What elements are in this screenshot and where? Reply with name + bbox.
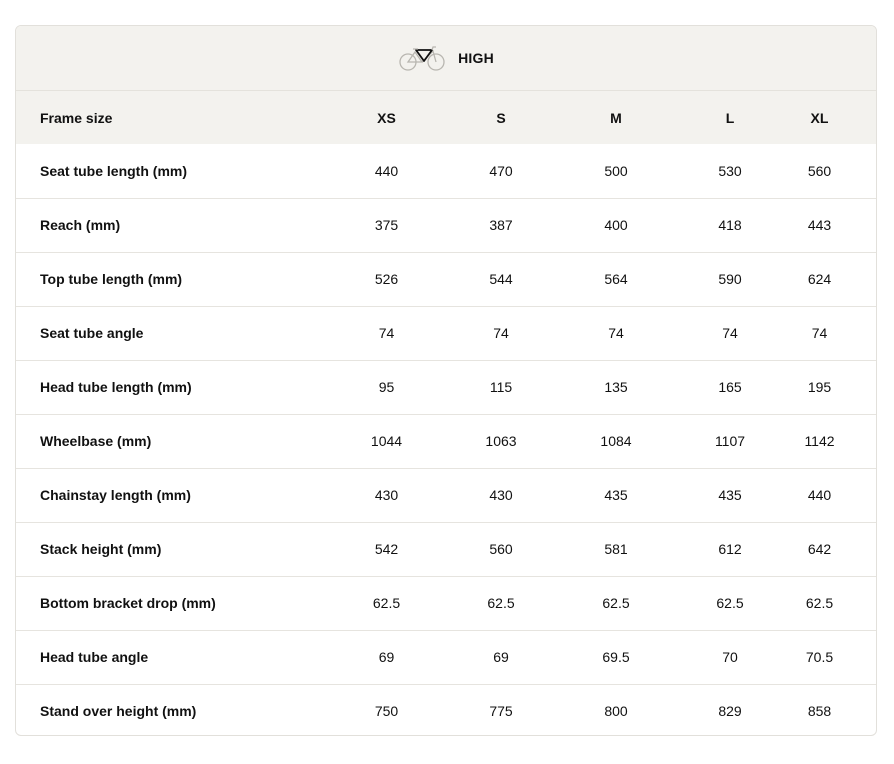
cell-xl: 560 — [807, 162, 832, 179]
row-label: Top tube length (mm) — [40, 271, 183, 287]
cell-l: 165 — [718, 379, 742, 395]
row-label: Head tube length (mm) — [40, 379, 192, 395]
table-row: Stand over height (mm) 750 775 800 829 858 — [16, 684, 876, 735]
cell-s: 544 — [489, 271, 513, 287]
column-header-frame-size: Frame size — [40, 109, 113, 126]
cell-m: 74 — [608, 325, 624, 341]
cell-m: 62.5 — [602, 595, 630, 611]
cell-l: 612 — [718, 541, 742, 557]
geometry-card: HIGH Frame size XS S M L XL Seat tube le… — [15, 25, 877, 736]
cell-l: 530 — [718, 162, 742, 179]
cell-m: 564 — [604, 271, 628, 287]
row-label: Seat tube length (mm) — [40, 162, 188, 179]
cell-xl: 440 — [807, 487, 832, 503]
column-header-xl: XL — [810, 109, 829, 126]
cell-l: 70 — [722, 649, 738, 665]
config-header: HIGH — [16, 26, 876, 91]
column-header-xs: XS — [377, 109, 396, 126]
cell-xs: 750 — [374, 703, 399, 720]
cell-xl: 858 — [807, 703, 832, 720]
cell-xl: 74 — [811, 325, 828, 341]
table-row: Top tube length (mm) 526 544 564 590 624 — [16, 252, 876, 306]
cell-s: 387 — [489, 217, 513, 233]
table-row: Bottom bracket drop (mm) 62.5 62.5 62.5 62.5… — [16, 576, 876, 630]
cell-m: 400 — [604, 217, 628, 233]
cell-xl: 1142 — [804, 433, 835, 449]
row-label: Chainstay length (mm) — [40, 487, 191, 503]
cell-xs: 95 — [378, 379, 395, 395]
table-header-row: Frame size XS S M L XL — [16, 91, 876, 144]
cell-s: 775 — [489, 703, 513, 720]
cell-m: 1084 — [600, 433, 632, 449]
config-label: HIGH — [458, 50, 494, 66]
cell-xl: 70.5 — [805, 649, 834, 665]
cell-s: 62.5 — [487, 595, 515, 611]
cell-l: 74 — [722, 325, 738, 341]
cell-xl: 443 — [807, 217, 832, 233]
table-row: Head tube angle 69 69 69.5 70 70.5 — [16, 630, 876, 684]
cell-m: 69.5 — [602, 649, 630, 665]
cell-xs: 74 — [378, 325, 395, 341]
cell-xl: 195 — [807, 379, 832, 395]
cell-xs: 62.5 — [372, 595, 401, 611]
cell-l: 829 — [718, 703, 742, 720]
row-label: Wheelbase (mm) — [40, 433, 152, 449]
cell-xs: 375 — [374, 217, 399, 233]
cell-s: 430 — [489, 487, 513, 503]
row-label: Bottom bracket drop (mm) — [40, 595, 216, 611]
cell-s: 74 — [493, 325, 509, 341]
cell-xs: 440 — [374, 162, 399, 179]
cell-xs: 526 — [374, 271, 399, 287]
cell-m: 135 — [604, 379, 628, 395]
cell-s: 1063 — [485, 433, 517, 449]
cell-l: 62.5 — [716, 595, 744, 611]
cell-m: 581 — [604, 541, 628, 557]
row-label: Head tube angle — [40, 649, 149, 665]
table-row: Head tube length (mm) 95 115 135 165 195 — [16, 360, 876, 414]
table-row: Seat tube angle 74 74 74 74 74 — [16, 306, 876, 360]
column-header-s: S — [496, 109, 506, 126]
table-row: Wheelbase (mm) 1044 1063 1084 1107 1142 — [16, 414, 876, 468]
cell-xl: 624 — [807, 271, 832, 287]
cell-m: 435 — [604, 487, 628, 503]
cell-xs: 1044 — [370, 433, 403, 449]
row-label: Seat tube angle — [40, 325, 144, 341]
table-row: Reach (mm) 375 387 400 418 443 — [16, 198, 876, 252]
table-row: Stack height (mm) 542 560 581 612 642 — [16, 522, 876, 576]
cell-s: 115 — [489, 379, 513, 395]
cell-s: 69 — [493, 649, 509, 665]
row-label: Stand over height (mm) — [40, 703, 197, 720]
row-label: Stack height (mm) — [40, 541, 162, 557]
cell-l: 418 — [718, 217, 742, 233]
cell-l: 1107 — [714, 433, 746, 449]
table-row: Seat tube length (mm) 440 470 500 530 560 — [16, 144, 876, 198]
cell-xs: 430 — [374, 487, 399, 503]
cell-l: 590 — [718, 271, 742, 287]
cell-l: 435 — [718, 487, 742, 503]
cell-xs: 542 — [374, 541, 399, 557]
cell-xl: 62.5 — [805, 595, 834, 611]
cell-m: 800 — [604, 703, 628, 720]
road-bike-icon — [399, 46, 445, 71]
cell-s: 470 — [489, 162, 513, 179]
cell-m: 500 — [604, 162, 628, 179]
column-header-l: L — [725, 109, 735, 126]
table-row: Chainstay length (mm) 430 430 435 435 440 — [16, 468, 876, 522]
column-header-m: M — [610, 109, 622, 126]
cell-xl: 642 — [807, 541, 832, 557]
row-label: Reach (mm) — [40, 217, 121, 233]
cell-s: 560 — [489, 541, 513, 557]
geometry-table: Frame size XS S M L XL Seat tube length … — [16, 91, 876, 735]
cell-xs: 69 — [378, 649, 395, 665]
